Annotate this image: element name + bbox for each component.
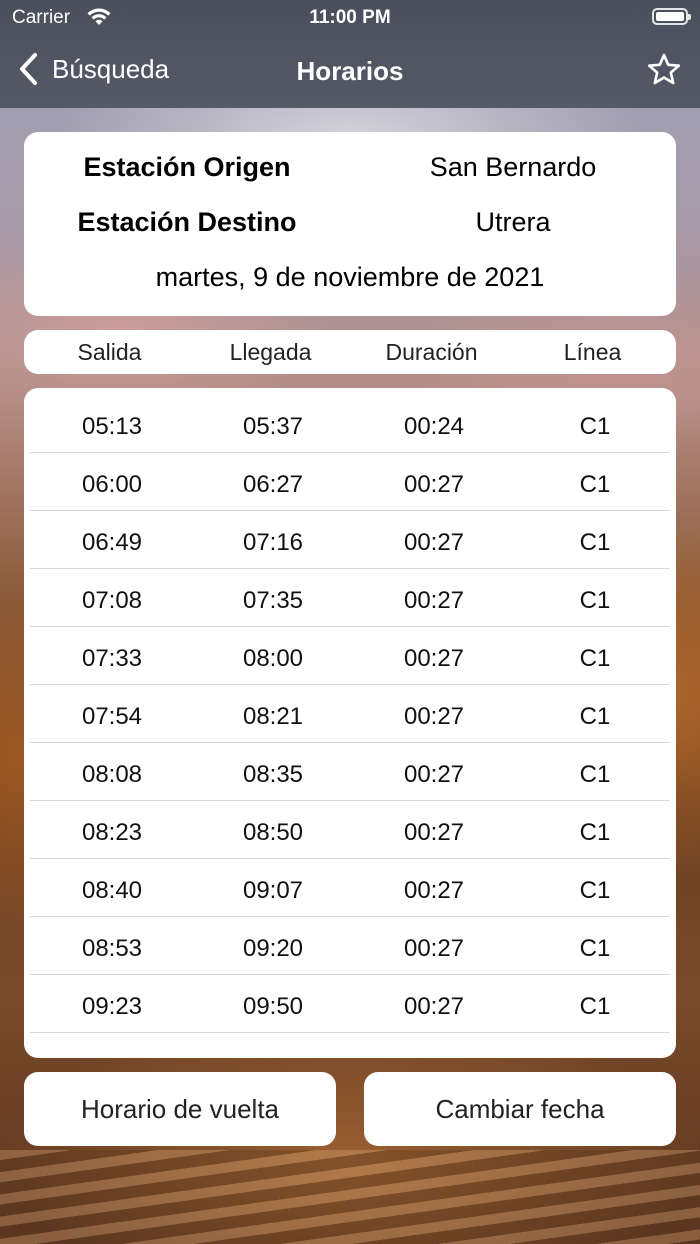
line: C1 [579, 587, 611, 614]
table-row[interactable]: 06:49 07:16 00:27 C1 [30, 510, 670, 569]
destination-label: Estación Destino [77, 207, 297, 237]
table-row[interactable]: 07:08 07:35 00:27 C1 [30, 568, 670, 627]
arrival-time: 09:20 [242, 935, 304, 962]
arrival-time: 07:16 [242, 529, 304, 556]
arrival-time: 08:00 [242, 645, 304, 672]
line: C1 [579, 877, 611, 904]
line: C1 [579, 645, 611, 672]
line: C1 [579, 413, 611, 440]
route-info-card: Estación Origen San Bernardo Estación De… [24, 132, 676, 316]
line: C1 [579, 529, 611, 556]
table-row[interactable]: 06:00 06:27 00:27 C1 [30, 452, 670, 511]
origin-value: San Bernardo [429, 152, 597, 182]
table-row[interactable]: 05:13 05:37 00:24 C1 [30, 394, 670, 453]
top-bar: Carrier 11:00 PM Búsqueda Horarios [0, 0, 700, 108]
status-time: 11:00 PM [309, 7, 391, 28]
page-title: Horarios [296, 56, 404, 86]
battery-icon [652, 8, 691, 25]
duration: 00:27 [403, 877, 465, 904]
arrival-time: 07:35 [242, 587, 304, 614]
departure-time: 07:08 [81, 587, 143, 614]
column-header-salida: Salida [77, 339, 142, 365]
navigation-bar: Búsqueda Horarios [0, 44, 700, 100]
departure-time: 06:49 [81, 529, 143, 556]
duration: 00:27 [403, 993, 465, 1020]
status-bar: Carrier 11:00 PM [0, 0, 700, 36]
departure-time: 07:54 [81, 703, 143, 730]
arrival-time: 08:35 [242, 761, 304, 788]
line: C1 [579, 471, 611, 498]
duration: 00:27 [403, 761, 465, 788]
return-schedule-button[interactable]: Horario de vuelta [24, 1072, 336, 1146]
travel-date: martes, 9 de noviembre de 2021 [155, 262, 545, 292]
table-row[interactable]: 08:23 08:50 00:27 C1 [30, 800, 670, 859]
duration: 00:27 [403, 471, 465, 498]
departure-time: 09:23 [81, 993, 143, 1020]
arrival-time: 09:07 [242, 877, 304, 904]
line: C1 [579, 761, 611, 788]
table-row[interactable]: 08:53 09:20 00:27 C1 [30, 916, 670, 975]
duration: 00:27 [403, 703, 465, 730]
column-header-llegada: Llegada [229, 339, 312, 365]
column-header-duracion: Duración [385, 339, 478, 365]
departure-time: 06:00 [81, 471, 143, 498]
arrival-time: 09:50 [242, 993, 304, 1020]
origin-label: Estación Origen [83, 152, 291, 182]
duration: 00:27 [403, 587, 465, 614]
departure-time: 08:08 [81, 761, 143, 788]
departure-time: 08:23 [81, 819, 143, 846]
line: C1 [579, 819, 611, 846]
table-row[interactable]: 07:54 08:21 00:27 C1 [30, 684, 670, 743]
line: C1 [579, 703, 611, 730]
arrival-time: 06:27 [242, 471, 304, 498]
star-outline-icon[interactable] [646, 52, 682, 88]
schedule-list[interactable]: 05:13 05:37 00:24 C1 06:00 06:27 00:27 C… [24, 388, 676, 1058]
arrival-time: 05:37 [242, 413, 304, 440]
destination-row: Estación Destino Utrera [24, 207, 676, 247]
duration: 00:27 [403, 529, 465, 556]
duration: 00:24 [403, 413, 465, 440]
arrival-time: 08:21 [242, 703, 304, 730]
line: C1 [579, 935, 611, 962]
line: C1 [579, 993, 611, 1020]
origin-row: Estación Origen San Bernardo [24, 152, 676, 192]
background-wood-texture [0, 1150, 700, 1244]
departure-time: 08:40 [81, 877, 143, 904]
duration: 00:27 [403, 645, 465, 672]
table-row[interactable]: 08:40 09:07 00:27 C1 [30, 858, 670, 917]
destination-value: Utrera [475, 207, 551, 237]
column-header-linea: Línea [563, 339, 622, 365]
duration: 00:27 [403, 819, 465, 846]
arrival-time: 08:50 [242, 819, 304, 846]
table-row[interactable]: 08:08 08:35 00:27 C1 [30, 742, 670, 801]
departure-time: 07:33 [81, 645, 143, 672]
duration: 00:27 [403, 935, 465, 962]
table-row[interactable]: 07:33 08:00 00:27 C1 [30, 626, 670, 685]
table-row[interactable]: 09:23 09:50 00:27 C1 [30, 974, 670, 1033]
departure-time: 05:13 [81, 413, 143, 440]
table-header: Salida Llegada Duración Línea [24, 330, 676, 374]
change-date-button[interactable]: Cambiar fecha [364, 1072, 676, 1146]
departure-time: 08:53 [81, 935, 143, 962]
